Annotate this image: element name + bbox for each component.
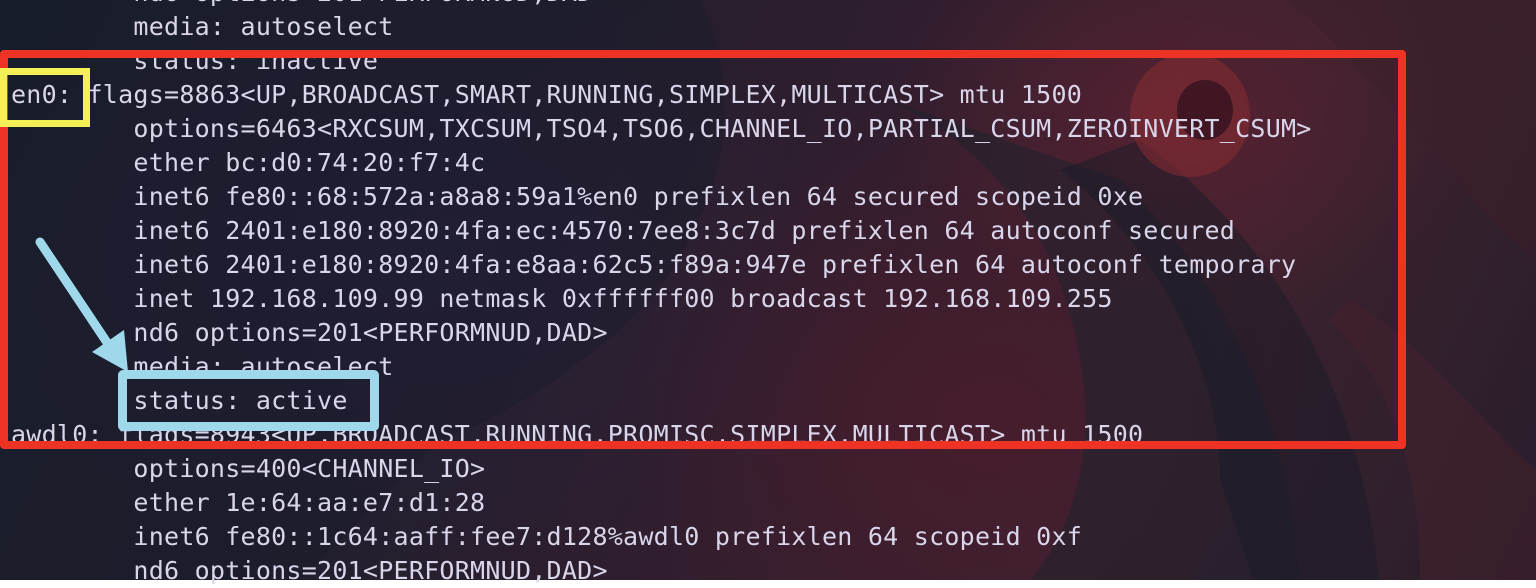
terminal-line: status: active bbox=[11, 386, 348, 415]
terminal-line: status: inactive bbox=[11, 46, 379, 75]
terminal-line: inet 192.168.109.99 netmask 0xffffff00 b… bbox=[11, 284, 1113, 313]
terminal-line: awdl0: flags=8943<UP,BROADCAST,RUNNING,P… bbox=[11, 420, 1144, 449]
terminal-line: ether bc:d0:74:20:f7:4c bbox=[11, 148, 486, 177]
terminal-line: nd6 options=201<PERFORMNUD,DAD> bbox=[11, 318, 608, 347]
terminal-line: media: autoselect bbox=[11, 12, 394, 41]
terminal-window[interactable]: nd6 options=201<PERFORMNUD,DAD> media: a… bbox=[0, 0, 1536, 585]
terminal-line: inet6 2401:e180:8920:4fa:ec:4570:7ee8:3c… bbox=[11, 216, 1236, 245]
terminal-line: nd6 options=201<PERFORMNUD,DAD> bbox=[11, 0, 608, 10]
terminal-line: options=6463<RXCSUM,TXCSUM,TSO4,TSO6,CHA… bbox=[11, 114, 1312, 143]
terminal-line: options=400<CHANNEL_IO> bbox=[11, 454, 486, 483]
terminal-line: ether 1e:64:aa:e7:d1:28 bbox=[11, 488, 486, 517]
terminal-line: media: autoselect bbox=[11, 352, 394, 381]
terminal-line: en0: flags=8863<UP,BROADCAST,SMART,RUNNI… bbox=[11, 80, 1083, 109]
terminal-line: inet6 fe80::1c64:aaff:fee7:d128%awdl0 pr… bbox=[11, 522, 1083, 551]
terminal-line: inet6 fe80::68:572a:a8a8:59a1%en0 prefix… bbox=[11, 182, 1144, 211]
terminal-line: inet6 2401:e180:8920:4fa:e8aa:62c5:f89a:… bbox=[11, 250, 1297, 279]
terminal-line: nd6 options=201<PERFORMNUD,DAD> bbox=[11, 556, 608, 585]
